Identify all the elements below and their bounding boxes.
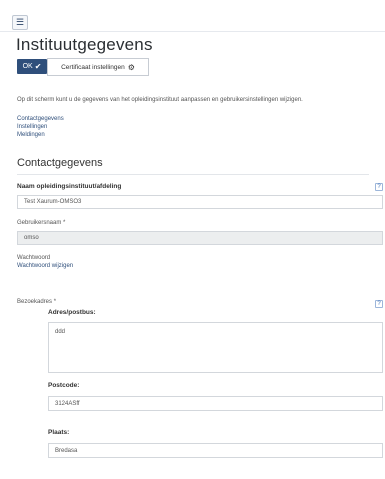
help-icon-naam[interactable]: ?: [375, 183, 383, 191]
postcode-value: 3124ASff: [55, 400, 80, 407]
naam-label: Naam opleidingsinstituut/afdeling: [17, 183, 122, 190]
help-icon-bezoekadres[interactable]: ?: [375, 300, 383, 308]
naam-input[interactable]: Test Xaurum-OMSO3: [17, 195, 383, 209]
adres-textarea[interactable]: ddd: [48, 322, 383, 373]
adres-value: ddd: [55, 329, 66, 335]
plaats-input[interactable]: Bredasa: [48, 443, 383, 458]
header-divider: [0, 31, 385, 32]
section-title-contactgegevens: Contactgegevens: [17, 157, 103, 169]
anchor-link-contactgegevens[interactable]: Contactgegevens: [17, 116, 64, 122]
postcode-label: Postcode:: [48, 382, 80, 389]
hamburger-icon: ☰: [15, 17, 25, 27]
gebruikersnaam-value: omso: [24, 235, 39, 241]
postcode-input[interactable]: 3124ASff: [48, 396, 383, 411]
ok-label: OK: [22, 63, 33, 70]
wachtwoord-label: Wachtwoord: [17, 255, 51, 261]
ok-button[interactable]: OK ✔: [17, 59, 47, 74]
wachtwoord-wijzigen-link[interactable]: Wachtwoord wijzigen: [17, 263, 73, 269]
certificate-settings-label: Certificaat instellingen: [61, 63, 125, 71]
section-divider: [17, 174, 369, 175]
plaats-label: Plaats:: [48, 429, 70, 436]
adres-label: Adres/postbus:: [48, 309, 96, 316]
intro-text: Op dit scherm kunt u de gegevens van het…: [17, 97, 303, 103]
page-title: Instituutgegevens: [16, 35, 153, 54]
naam-value: Test Xaurum-OMSO3: [24, 199, 82, 205]
bezoekadres-label: Bezoekadres *: [17, 299, 57, 305]
anchor-link-meldingen[interactable]: Meldingen: [17, 132, 45, 138]
gebruikersnaam-label: Gebruikersnaam *: [17, 220, 66, 226]
certificate-settings-button[interactable]: Certificaat instellingen ⚙: [47, 58, 149, 76]
gebruikersnaam-input: omso: [17, 231, 383, 245]
anchor-link-instellingen[interactable]: Instellingen: [17, 124, 47, 130]
gear-icon: ⚙: [127, 62, 135, 72]
plaats-value: Bredasa: [55, 447, 78, 454]
checkmark-icon: ✔: [34, 62, 42, 71]
menu-button[interactable]: ☰: [12, 15, 28, 30]
